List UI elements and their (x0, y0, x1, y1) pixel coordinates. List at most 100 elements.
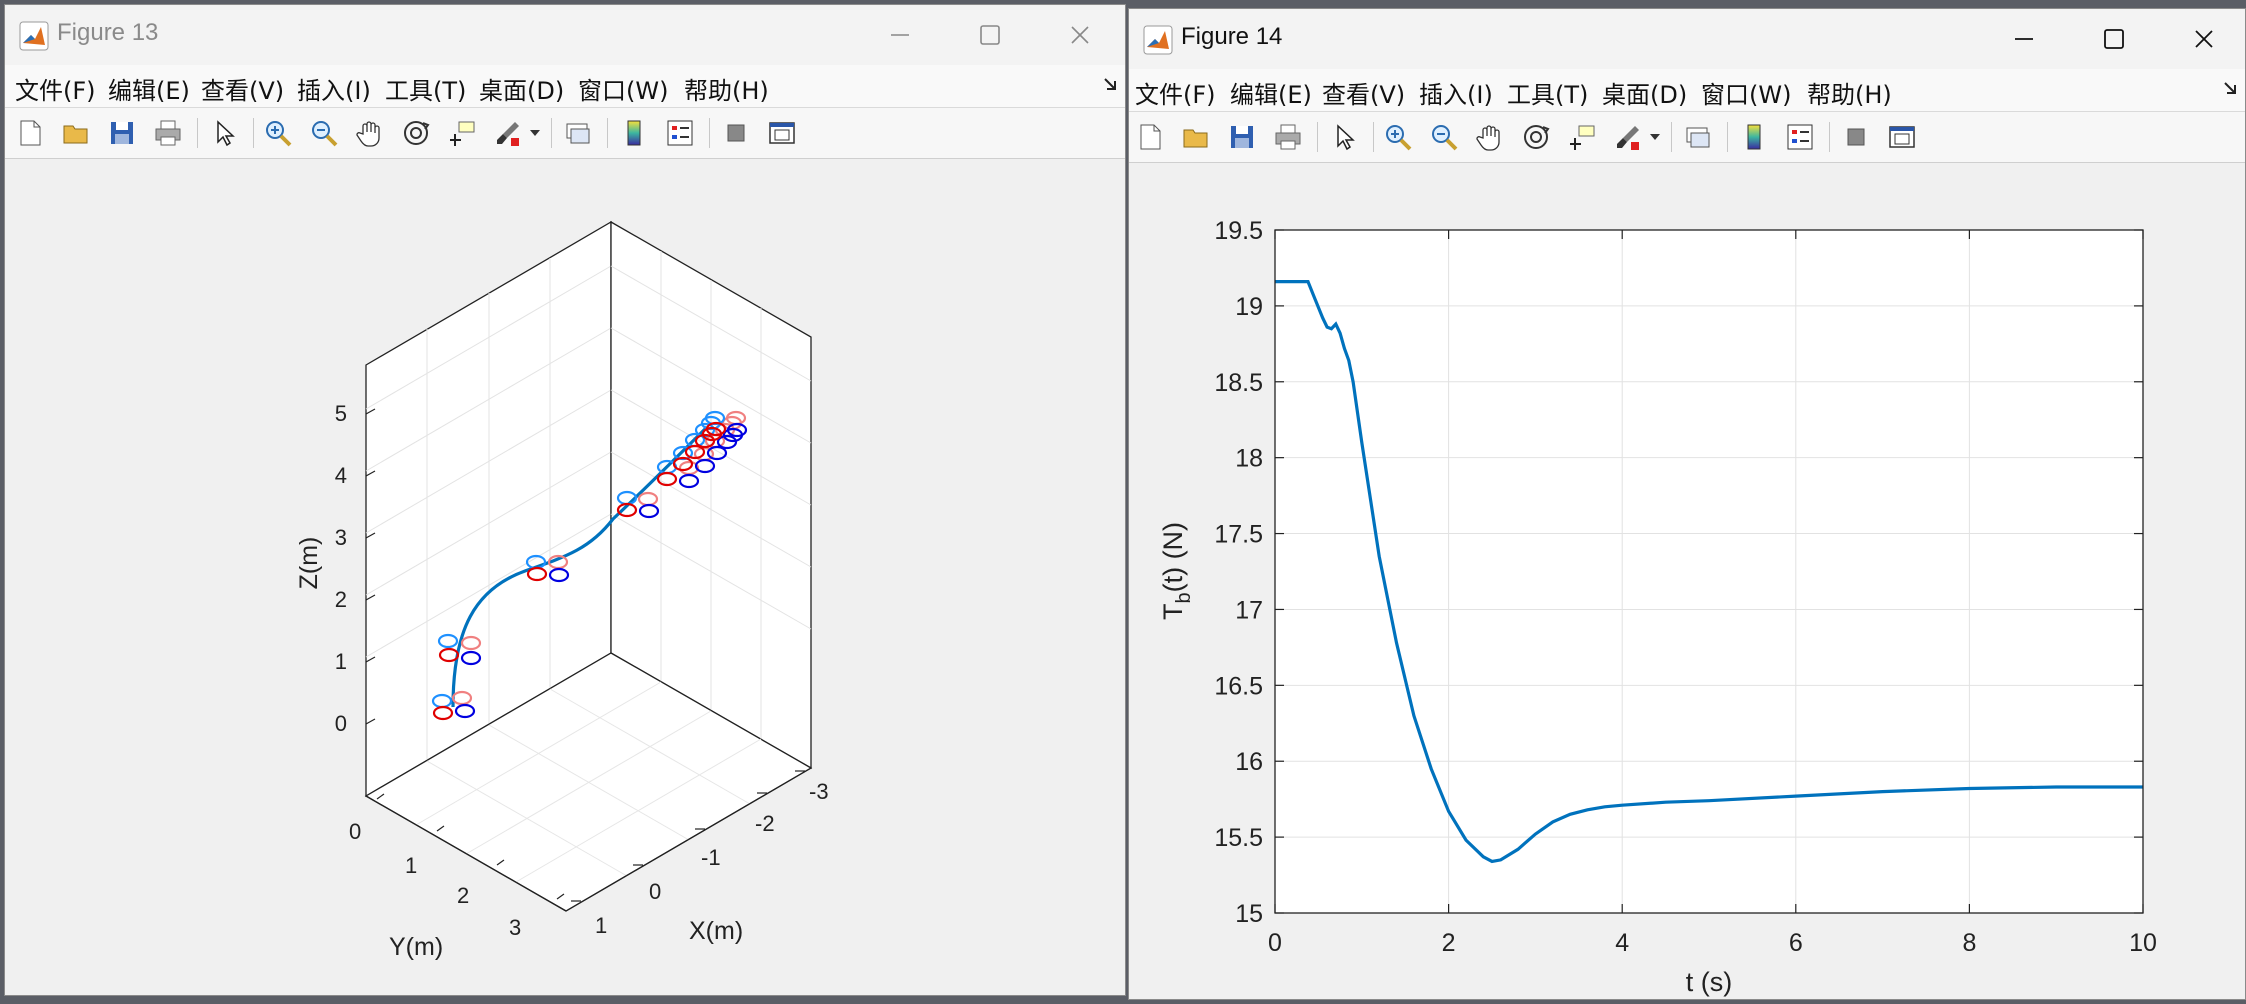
minimize-icon (2015, 38, 2033, 40)
menu-bar: 文件(F) 编辑(E) 查看(V) 插入(I) 工具(T) 桌面(D) 窗口(W… (1129, 69, 2245, 112)
close-icon (1071, 26, 1089, 44)
print-button[interactable] (1269, 118, 1307, 156)
maximize-button[interactable] (2069, 9, 2159, 69)
data-cursor-button[interactable] (443, 114, 481, 152)
toolbar-separator (1373, 122, 1374, 152)
line-chart[interactable]: 15 15.5 16 16.5 17 17.5 18 18.5 19 19.5 0 2 4 6 8 10 t… (1129, 163, 2245, 999)
data-cursor-button[interactable] (1563, 118, 1601, 156)
show-plot-tools-button[interactable] (1883, 118, 1921, 156)
zoom-out-button[interactable] (305, 114, 343, 152)
menu-insert[interactable]: 插入(I) (1419, 75, 1493, 110)
link-plot-icon (566, 123, 590, 144)
edit-plot-button[interactable] (205, 114, 243, 152)
open-file-button[interactable] (1177, 118, 1215, 156)
y-tick-label: 17 (1235, 596, 1263, 624)
zoom-in-button[interactable] (1379, 118, 1417, 156)
brush-button[interactable] (1609, 118, 1647, 156)
y-tick-label: 17.5 (1214, 521, 1263, 549)
legend-icon (1787, 124, 1813, 150)
zoom-in-icon (1386, 125, 1412, 151)
colorbar-icon (627, 120, 641, 146)
zoom-in-button[interactable] (259, 114, 297, 152)
maximize-icon (2104, 29, 2124, 49)
menu-view[interactable]: 查看(V) (201, 71, 284, 106)
maximize-button[interactable] (945, 5, 1035, 65)
pan-button[interactable] (1471, 118, 1509, 156)
rotate-3d-button[interactable] (1517, 118, 1555, 156)
x-tick-label: 0 (1268, 929, 1282, 957)
menu-edit[interactable]: 编辑(E) (108, 71, 190, 106)
insert-legend-button[interactable] (1781, 118, 1819, 156)
window-title: Figure 13 (57, 19, 159, 46)
toolbar-separator (1671, 122, 1672, 152)
figure-toolbar (5, 108, 1125, 159)
toolbar-separator (1317, 122, 1318, 152)
dock-arrow-icon[interactable] (2221, 79, 2241, 99)
hide-plot-tools-button[interactable] (717, 114, 755, 152)
rotate-3d-icon (404, 121, 430, 145)
new-document-icon (1140, 124, 1161, 150)
legend-icon (667, 120, 693, 146)
close-button[interactable] (2159, 9, 2245, 69)
edit-plot-button[interactable] (1325, 118, 1363, 156)
menu-help[interactable]: 帮助(H) (684, 71, 769, 106)
brush-dropdown[interactable] (527, 114, 543, 152)
x-tick-label: -2 (755, 811, 775, 836)
y-tick-label: 16 (1235, 748, 1263, 776)
new-figure-button[interactable] (1131, 118, 1169, 156)
matlab-icon (1143, 25, 1173, 55)
pan-button[interactable] (351, 114, 389, 152)
hide-plot-tools-button[interactable] (1837, 118, 1875, 156)
close-button[interactable] (1035, 5, 1125, 65)
dock-arrow-icon[interactable] (1101, 75, 1121, 95)
link-plot-button[interactable] (1679, 118, 1717, 156)
x-tick-labels: 0 2 4 6 8 10 (1268, 929, 2157, 957)
y-axis-label-main: T (1158, 604, 1188, 621)
menu-window[interactable]: 窗口(W) (578, 71, 668, 106)
minimize-button[interactable] (855, 5, 945, 65)
matlab-icon (19, 21, 49, 51)
x-tick-label: 0 (649, 879, 661, 904)
minimize-button[interactable] (1979, 9, 2069, 69)
z-tick-label: 0 (335, 711, 347, 736)
menu-file[interactable]: 文件(F) (15, 71, 96, 106)
new-document-icon (20, 120, 41, 146)
brush-dropdown[interactable] (1647, 118, 1663, 156)
figure-canvas[interactable]: 15 15.5 16 16.5 17 17.5 18 18.5 19 19.5 0 2 4 6 8 10 t… (1129, 163, 2245, 999)
rotate-3d-button[interactable] (397, 114, 435, 152)
menu-tools[interactable]: 工具(T) (385, 71, 466, 106)
brush-button[interactable] (489, 114, 527, 152)
show-plot-tools-button[interactable] (763, 114, 801, 152)
toolbar-separator (607, 118, 608, 148)
save-button[interactable] (103, 114, 141, 152)
figure-canvas[interactable]: 0 1 2 3 4 5 0 1 2 3 1 0 -1 -2 -3 Z(m) Y(… (5, 159, 1125, 995)
figure-13-window[interactable]: Figure 13 文件(F) 编辑(E) 查看(V) 插入(I) 工具(T) … (4, 4, 1126, 996)
figure-14-window[interactable]: Figure 14 文件(F) 编辑(E) 查看(V) 插入(I) 工具(T) … (1128, 8, 2246, 1000)
save-button[interactable] (1223, 118, 1261, 156)
link-plot-button[interactable] (559, 114, 597, 152)
insert-legend-button[interactable] (661, 114, 699, 152)
insert-colorbar-button[interactable] (615, 114, 653, 152)
menu-window[interactable]: 窗口(W) (1701, 75, 1791, 110)
menu-edit[interactable]: 编辑(E) (1230, 75, 1312, 110)
hand-pan-icon (356, 121, 380, 147)
title-bar[interactable]: Figure 14 (1129, 9, 2245, 69)
new-figure-button[interactable] (11, 114, 49, 152)
z-tick-label: 2 (335, 587, 347, 612)
open-file-button[interactable] (57, 114, 95, 152)
menu-view[interactable]: 查看(V) (1322, 75, 1405, 110)
axes-3d[interactable]: 0 1 2 3 4 5 0 1 2 3 1 0 -1 -2 -3 Z(m) Y(… (5, 159, 1125, 995)
menu-desktop[interactable]: 桌面(D) (479, 71, 564, 106)
link-plot-icon (1686, 127, 1710, 148)
print-button[interactable] (149, 114, 187, 152)
title-bar[interactable]: Figure 13 (5, 5, 1125, 65)
zoom-out-button[interactable] (1425, 118, 1463, 156)
menu-desktop[interactable]: 桌面(D) (1602, 75, 1687, 110)
toolbar-separator (551, 118, 552, 148)
menu-tools[interactable]: 工具(T) (1507, 75, 1588, 110)
menu-insert[interactable]: 插入(I) (297, 71, 371, 106)
insert-colorbar-button[interactable] (1735, 118, 1773, 156)
menu-file[interactable]: 文件(F) (1135, 75, 1216, 110)
y-tick-label: 16.5 (1214, 672, 1263, 700)
menu-help[interactable]: 帮助(H) (1807, 75, 1892, 110)
